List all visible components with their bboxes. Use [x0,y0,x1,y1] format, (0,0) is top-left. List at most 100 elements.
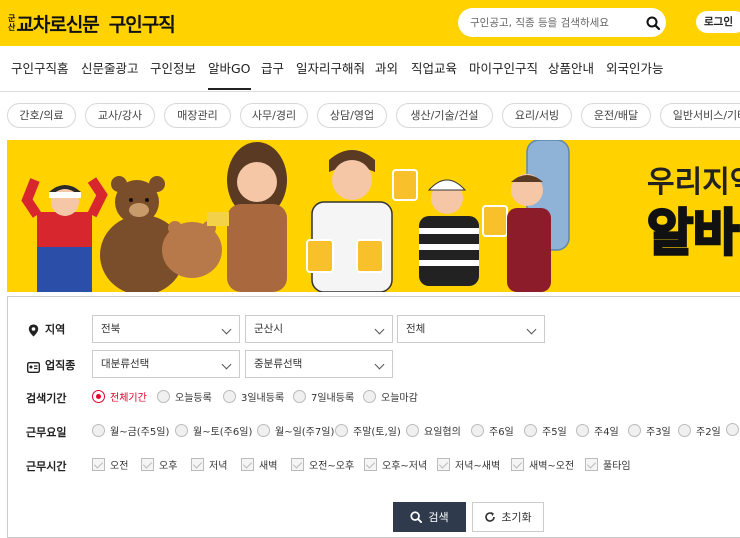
checkbox[interactable] [437,458,450,471]
workdays-option[interactable] [726,423,740,436]
job-category-minor-select[interactable]: 중분류선택 [245,350,393,378]
reset-button[interactable]: 초기화 [472,502,544,532]
nav-item-job-info[interactable]: 구인정보 [150,46,196,92]
workdays-option[interactable]: 주말(토,일) [335,423,401,438]
checkbox[interactable] [511,458,524,471]
radio[interactable] [471,424,484,437]
workdays-option[interactable]: 월~일(주7일) [257,423,334,438]
worktime-option-label: 오전 [110,461,129,472]
worktime-option-label: 저녁~새벽 [455,461,501,472]
logo-title: 교차로신문 [16,13,99,36]
workdays-option[interactable]: 월~금(주5일) [92,423,169,438]
workdays-label: 근무요일 [26,426,67,439]
checkbox[interactable] [92,458,105,471]
checkbox[interactable] [291,458,304,471]
nav-item-foreigner[interactable]: 외국인가능 [606,46,664,92]
worktime-option[interactable]: 오전 [92,457,128,472]
radio[interactable] [335,424,348,437]
period-option-3days-label: 3일내등록 [241,393,285,404]
checkbox[interactable] [585,458,598,471]
worktime-option[interactable]: 오후 [141,457,177,472]
workdays-option[interactable]: 요일협의 [406,423,461,438]
workdays-option[interactable]: 주3일 [628,423,671,438]
nav-item-find-job[interactable]: 일자리구해줘 [296,46,365,92]
worktime-option[interactable]: 저녁 [191,457,227,472]
radio[interactable] [726,423,739,436]
worktime-option[interactable]: 저녁~새벽 [437,457,500,472]
radio[interactable] [576,424,589,437]
radio[interactable] [175,424,188,437]
worktime-option[interactable]: 오전~오후 [291,457,354,472]
period-option-today[interactable]: 오늘등록 [157,389,212,404]
region-city-select[interactable]: 군산시 [245,315,393,343]
period-option-all[interactable]: 전체기간 [92,389,147,404]
radio[interactable] [223,390,236,403]
nav-item-newspaper-ads[interactable]: 신문줄광고 [81,46,139,92]
region-district-value: 전체 [406,323,426,335]
search-input[interactable]: 구인공고, 직종 등을 검색하세요 [470,15,640,30]
chip-production[interactable]: 생산/기술/건설 [396,103,493,128]
worktime-option-label: 새벽~오전 [529,461,575,472]
worktime-option[interactable]: 풀타임 [585,457,631,472]
workdays-option-label: 월~금(주5일) [110,427,170,438]
radio[interactable] [293,390,306,403]
radio-selected[interactable] [92,390,105,403]
chevron-down-icon [221,359,232,370]
workdays-option[interactable]: 주6일 [471,423,514,438]
nav-item-education[interactable]: 직업교육 [411,46,457,92]
workdays-option[interactable]: 주4일 [576,423,619,438]
chip-store[interactable]: 매장관리 [164,103,231,128]
checkbox[interactable] [191,458,204,471]
region-province-value: 전북 [101,323,121,335]
radio[interactable] [628,424,641,437]
checkbox[interactable] [241,458,254,471]
nav-item-tutoring[interactable]: 과외 [375,46,398,92]
radio[interactable] [524,424,537,437]
job-type-label: 업직종 [45,359,76,372]
radio[interactable] [363,390,376,403]
worktime-option[interactable]: 오후~저녁 [364,457,427,472]
nav-item-urgent[interactable]: 급구 [261,46,284,92]
workdays-option[interactable]: 월~토(주6일) [175,423,252,438]
worktime-option[interactable]: 새벽~오전 [511,457,574,472]
nav-item-products[interactable]: 상품안내 [548,46,594,92]
workdays-option-label: 월~토(주6일) [193,427,253,438]
checkbox[interactable] [141,458,154,471]
banner-headline-2: 알바 [647,204,739,262]
checkbox[interactable] [364,458,377,471]
job-category-major-select[interactable]: 대분류선택 [92,350,240,378]
radio[interactable] [257,424,270,437]
search-button[interactable]: 검색 [393,502,466,532]
promo-banner[interactable]: 우리지역 알바 [7,140,740,292]
search-icon [410,511,423,523]
radio[interactable] [406,424,419,437]
radio[interactable] [678,424,691,437]
radio[interactable] [92,424,105,437]
region-province-select[interactable]: 전북 [92,315,240,343]
chip-teacher[interactable]: 교사/강사 [85,103,155,128]
workdays-option[interactable]: 주2일 [678,423,721,438]
chip-office[interactable]: 사무/경리 [240,103,308,128]
region-district-select[interactable]: 전체 [397,315,545,343]
nav-item-my-jobs[interactable]: 마이구인구직 [469,46,538,92]
period-option-3days[interactable]: 3일내등록 [223,389,284,404]
login-button[interactable]: 로그인 [696,11,740,33]
period-option-all-label: 전체기간 [110,393,147,404]
search-icon[interactable] [640,10,666,36]
worktime-option[interactable]: 새벽 [241,457,277,472]
search-bar[interactable]: 구인공고, 직종 등을 검색하세요 [458,8,666,37]
period-label: 검색기간 [26,392,67,405]
chip-nursing[interactable]: 간호/의료 [7,103,76,128]
radio[interactable] [157,390,170,403]
chip-cooking[interactable]: 요리/서빙 [502,103,572,128]
chip-driving[interactable]: 운전/배달 [581,103,651,128]
chip-service[interactable]: 일반서비스/기타 [660,103,740,128]
period-option-closing-today[interactable]: 오늘마감 [363,389,418,404]
nav-item-albago[interactable]: 알바GO [208,46,251,90]
site-logo[interactable]: 군 산 교차로신문 구인구직 [8,9,176,37]
period-option-7days[interactable]: 7일내등록 [293,389,354,404]
workdays-option-label: 주5일 [542,427,567,438]
workdays-option[interactable]: 주5일 [524,423,567,438]
nav-item-jobs-home[interactable]: 구인구직홈 [11,46,69,92]
chip-sales[interactable]: 상담/영업 [317,103,387,128]
